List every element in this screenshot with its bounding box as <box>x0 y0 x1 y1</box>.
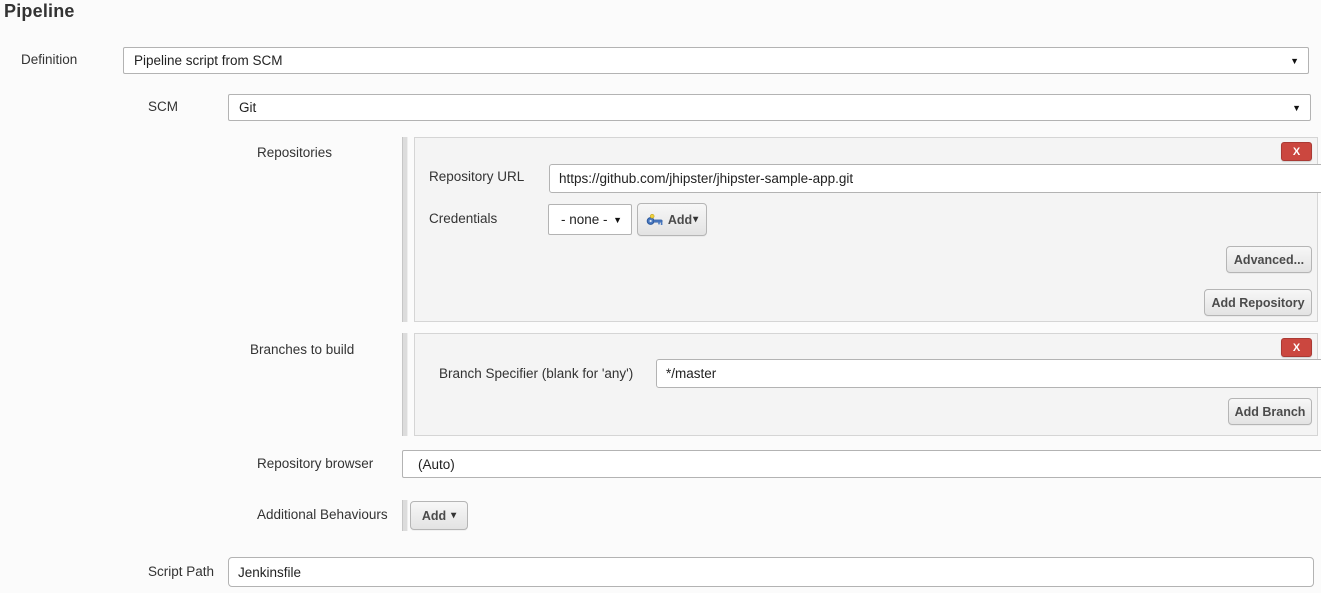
repository-browser-select-value: (Auto) <box>418 457 455 472</box>
repository-browser-label: Repository browser <box>257 456 373 471</box>
advanced-button[interactable]: Advanced... <box>1226 246 1312 273</box>
add-branch-button[interactable]: Add Branch <box>1228 398 1312 425</box>
pipeline-config-section: Pipeline Definition Pipeline script from… <box>0 0 1321 593</box>
repository-panel: X Repository URL Credentials - none - ▼ … <box>414 137 1318 322</box>
branch-specifier-label: Branch Specifier (blank for 'any') <box>439 366 633 381</box>
behaviours-drag-handle <box>402 500 408 531</box>
add-credentials-button-label: Add <box>668 213 692 227</box>
key-icon <box>646 214 663 226</box>
definition-select[interactable]: Pipeline script from SCM ▼ <box>123 47 1309 74</box>
credentials-select-value: - none - <box>561 212 608 227</box>
add-behaviour-button-label: Add <box>422 509 446 523</box>
credentials-select[interactable]: - none - ▼ <box>548 204 632 235</box>
repositories-section-label: Repositories <box>257 145 332 160</box>
add-repository-button[interactable]: Add Repository <box>1204 289 1312 316</box>
chevron-down-icon: ▼ <box>613 215 622 225</box>
branches-section-label: Branches to build <box>250 342 354 357</box>
branch-specifier-input[interactable] <box>656 359 1321 388</box>
chevron-down-icon: ▼ <box>1290 56 1299 66</box>
delete-repository-button[interactable]: X <box>1281 142 1312 161</box>
repository-url-input[interactable] <box>549 164 1321 193</box>
add-credentials-button[interactable]: Add ▾ <box>637 203 707 236</box>
repository-browser-select[interactable]: (Auto) ▼ <box>402 450 1321 478</box>
script-path-input[interactable] <box>228 557 1314 587</box>
scm-select[interactable]: Git ▼ <box>228 94 1311 121</box>
repository-drag-handle[interactable] <box>402 137 408 322</box>
chevron-down-icon: ▼ <box>1292 103 1301 113</box>
branch-drag-handle[interactable] <box>402 333 408 436</box>
page-title: Pipeline <box>4 1 75 22</box>
script-path-label: Script Path <box>148 564 214 579</box>
credentials-label: Credentials <box>429 211 497 226</box>
caret-down-icon: ▾ <box>451 510 456 521</box>
definition-select-value: Pipeline script from SCM <box>134 53 283 68</box>
caret-down-icon: ▾ <box>693 214 698 225</box>
additional-behaviours-label: Additional Behaviours <box>257 507 388 522</box>
branches-panel: X Branch Specifier (blank for 'any') Add… <box>414 333 1318 436</box>
delete-branch-button[interactable]: X <box>1281 338 1312 357</box>
add-behaviour-button[interactable]: Add ▾ <box>410 501 468 530</box>
scm-select-value: Git <box>239 100 256 115</box>
scm-label: SCM <box>148 99 178 114</box>
repository-url-label: Repository URL <box>429 169 524 184</box>
definition-label: Definition <box>21 52 77 67</box>
